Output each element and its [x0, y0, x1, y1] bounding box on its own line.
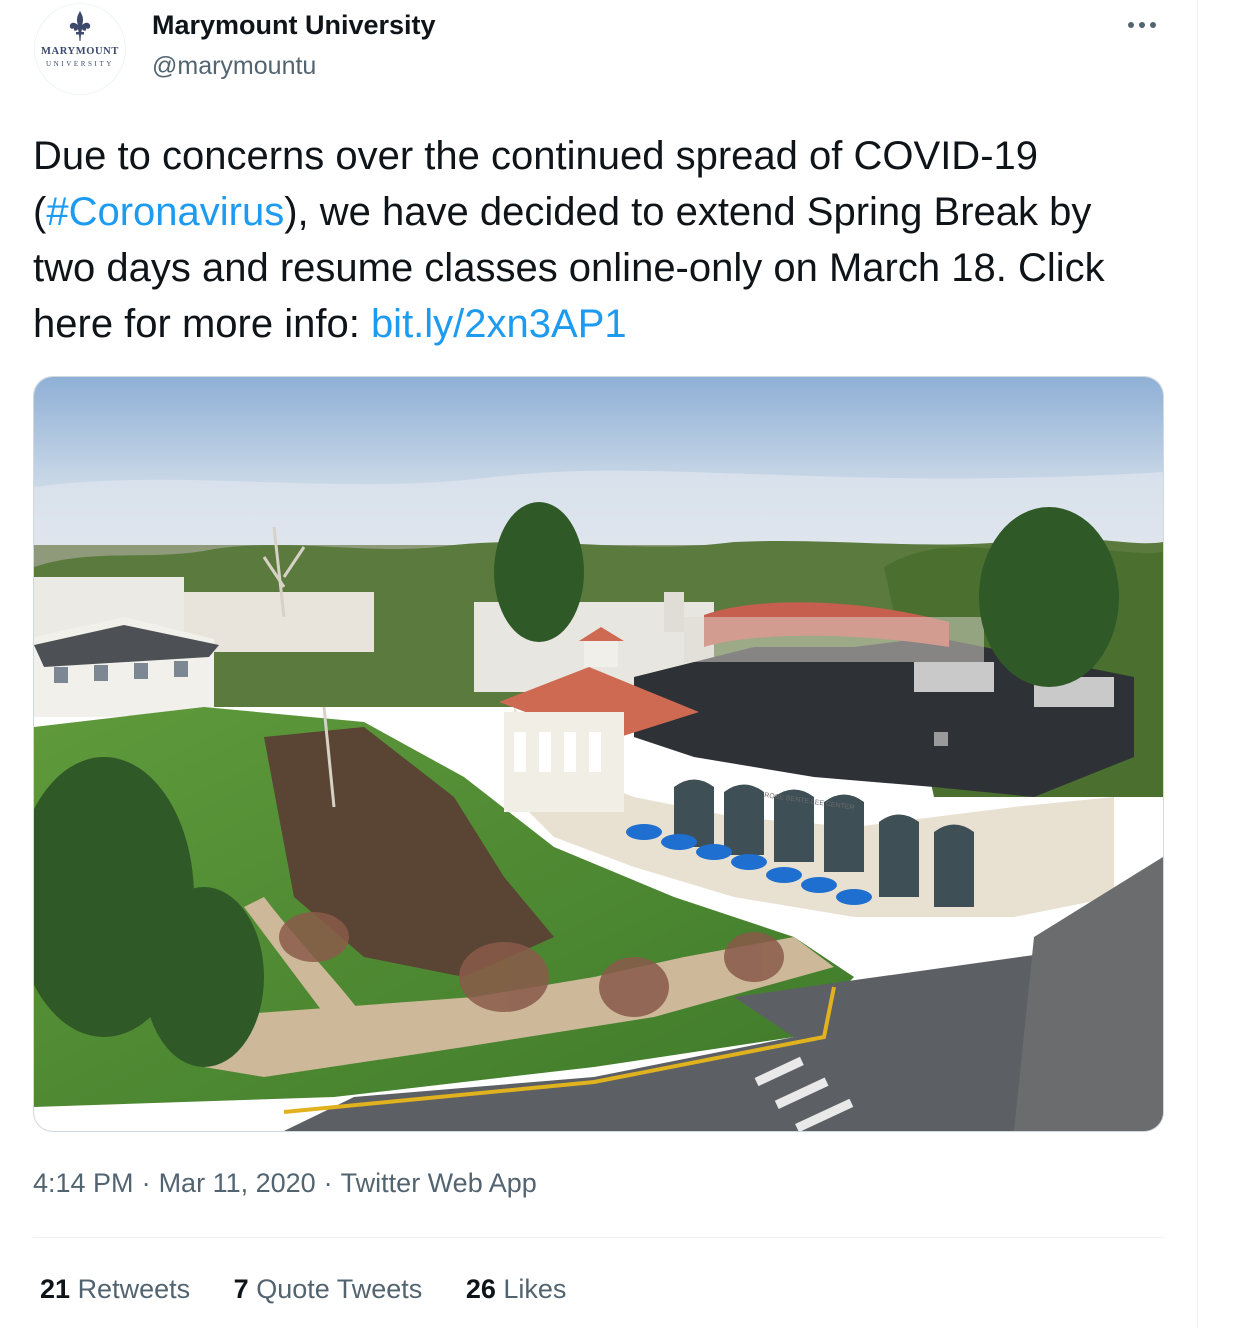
avatar-sub-text: UNIVERSITY — [46, 60, 114, 68]
separator-dot: · — [323, 1168, 333, 1198]
separator-dot: · — [141, 1168, 151, 1198]
info-link[interactable]: bit.ly/2xn3AP1 — [371, 302, 627, 346]
likes-count: 26 — [465, 1274, 496, 1304]
tweet-text: Due to concerns over the continued sprea… — [33, 128, 1163, 352]
more-horizontal-icon — [1128, 22, 1156, 28]
hashtag-link[interactable]: #Coronavirus — [46, 190, 284, 234]
avatar-brand-text: MARYMOUNT — [41, 46, 119, 57]
engagement-stats: 21 Retweets 7 Quote Tweets 26 Likes — [40, 1274, 602, 1305]
retweets-label: Retweets — [77, 1274, 191, 1304]
more-options-button[interactable] — [1122, 10, 1162, 40]
campus-photo-illustration: ROSE BENTE LEE CENTER — [34, 377, 1163, 1131]
tweet-source[interactable]: Twitter Web App — [341, 1168, 537, 1199]
divider — [33, 1237, 1164, 1238]
retweets-count: 21 — [40, 1274, 71, 1304]
tweet-time[interactable]: 4:14 PM — [33, 1168, 134, 1199]
likes-label: Likes — [503, 1274, 567, 1304]
tweet-metadata: 4:14 PM · Mar 11, 2020 · Twitter Web App — [33, 1168, 537, 1199]
avatar[interactable]: MARYMOUNT UNIVERSITY — [34, 3, 126, 95]
retweets-stat[interactable]: 21 Retweets — [40, 1274, 190, 1305]
user-handle[interactable]: @marymountu — [152, 52, 316, 81]
likes-stat[interactable]: 26 Likes — [466, 1274, 567, 1305]
timeline-border — [1197, 0, 1198, 1328]
display-name[interactable]: Marymount University — [152, 10, 436, 41]
tweet-photo[interactable]: ROSE BENTE LEE CENTER — [33, 376, 1164, 1132]
quote-tweets-count: 7 — [233, 1274, 249, 1304]
quote-tweets-stat[interactable]: 7 Quote Tweets — [234, 1274, 423, 1305]
fleur-de-lis-icon — [35, 10, 125, 47]
quote-tweets-label: Quote Tweets — [256, 1274, 423, 1304]
tweet-date[interactable]: Mar 11, 2020 — [159, 1168, 316, 1199]
